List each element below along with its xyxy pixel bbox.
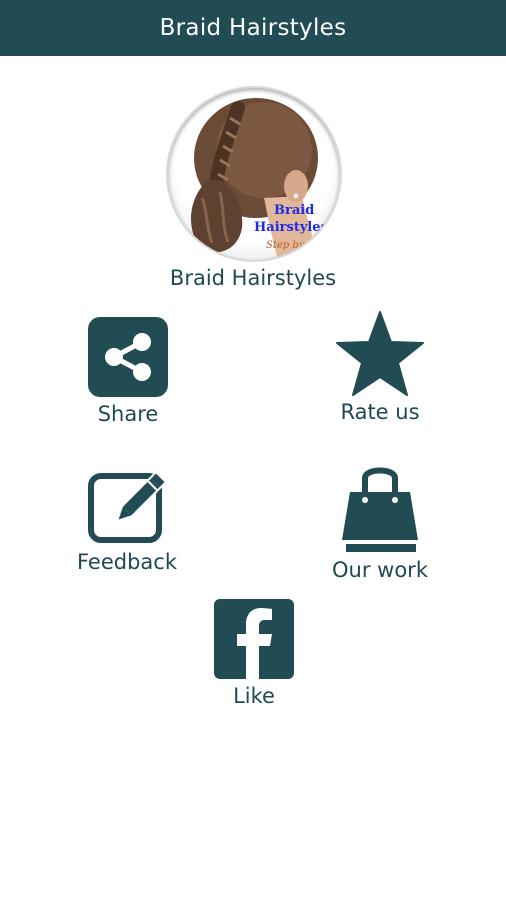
app-bar-title: Braid Hairstyles [159, 15, 347, 41]
logo-text-hairstyles: Hairstyles [254, 220, 328, 235]
feedback-button[interactable]: Feedback [66, 466, 188, 574]
shopping-bag-icon [342, 467, 418, 552]
logo-text-step-by-step: Step by Step [266, 240, 331, 251]
like-label: Like [233, 684, 275, 708]
rate-us-button[interactable]: Rate us [320, 310, 440, 424]
app-logo: Braid Hairstyles Step by Step [168, 88, 340, 260]
feedback-label: Feedback [76, 550, 177, 574]
share-icon [88, 317, 168, 397]
facebook-like-button[interactable]: Like [204, 598, 304, 708]
rate-us-label: Rate us [340, 400, 420, 424]
facebook-icon [214, 599, 294, 680]
our-work-button[interactable]: Our work [318, 460, 442, 582]
app-bar: Braid Hairstyles [0, 0, 506, 56]
app-name: Braid Hairstyles [169, 266, 337, 290]
our-work-label: Our work [332, 558, 428, 582]
share-button[interactable]: Share [78, 316, 178, 426]
edit-icon [88, 473, 165, 543]
star-icon [336, 311, 424, 396]
logo-text-braid: Braid [274, 203, 315, 218]
share-label: Share [97, 402, 159, 426]
